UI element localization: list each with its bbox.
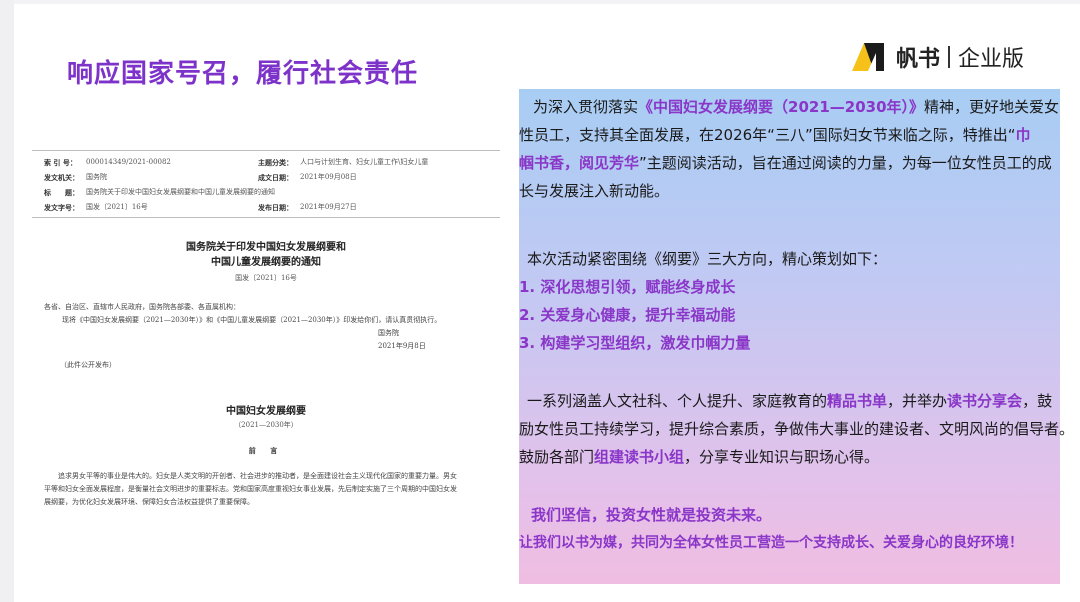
closing-section: 我们坚信，投资女性就是投资未来。 让我们以书为媒，共同为全体女性员工营造一个支持… <box>519 501 1060 557</box>
meta-value: 2021年09月08日 <box>300 173 357 181</box>
document-title-line: 中国儿童发展纲要的通知 <box>211 257 321 268</box>
direction-item: 1. 深化思想引领，赋能终身成长 <box>519 278 736 296</box>
logo-brand: 帆书 <box>896 47 941 72</box>
meta-key: 标 题： <box>44 188 79 197</box>
text-line: 帼书香，阅见芳华”主题阅读活动，旨在通过阅读的力量，为每一位女性员工的成 <box>519 154 1052 172</box>
text-line: 为深入贯彻落实《中国妇女发展纲要（2021—2030年）》精神，更好地关爱女 <box>533 98 1060 116</box>
paragraph-line: 平等和妇女全面发展程度，是衡量社会文明进步的重要标志。党和国家高度重视妇女事业发… <box>44 485 457 493</box>
document-title-line: 国务院关于印发中国妇女发展纲要和 <box>186 242 346 253</box>
direction-item: 3. 构建学习型组织，激发巾帼力量 <box>519 334 751 352</box>
meta-key: 主题分类： <box>258 158 293 167</box>
policy-document-image: 索 引 号： 000014349/2021-00082 主题分类： 人口与计划生育、… <box>32 150 500 530</box>
section-subtitle: （2021—2030年） <box>234 421 298 429</box>
activity-description-panel: 为深入贯彻落实《中国妇女发展纲要（2021—2030年）》精神，更好地关爱女 性… <box>519 89 1075 584</box>
preface-paragraph: 追求男女平等的事业是伟大的。妇女是人类文明的开创者、社会进步的推动者，是全面建设… <box>32 470 500 509</box>
meta-row: 发文机关： 国务院 成文日期： 2021年09月08日 <box>32 170 500 185</box>
logo-edition: 企业版 <box>958 47 1025 72</box>
section-title: 中国妇女发展纲要 <box>226 406 306 417</box>
meta-key: 发文字号： <box>44 203 79 212</box>
document-meta-table: 索 引 号： 000014349/2021-00082 主题分类： 人口与计划生育、… <box>32 150 500 218</box>
logo: 帆书 企业版 <box>850 40 1024 74</box>
page-title: 响应国家号召，履行社会责任 <box>67 59 419 89</box>
meta-value: 人口与计划生育、妇女儿童工作\妇女儿童 <box>300 158 429 166</box>
document-number: 国发〔2021〕16号 <box>235 274 297 282</box>
public-note: （此件公开发布） <box>60 361 116 369</box>
meta-value: 国务院关于印发中国妇女发展纲要和中国儿童发展纲要的通知 <box>86 188 275 196</box>
meta-row: 索 引 号： 000014349/2021-00082 主题分类： 人口与计划生育、… <box>32 155 500 170</box>
direction-item: 2. 关爱身心健康，提升幸福动能 <box>519 306 736 324</box>
text-line: 一系列涵盖人文社科、个人提升、家庭教育的精品书单，并举办读书分享会，鼓 <box>527 392 1053 410</box>
intro-paragraph: 为深入贯彻落实《中国妇女发展纲要（2021—2030年）》精神，更好地关爱女 性… <box>519 93 1060 205</box>
directions-section: 本次活动紧密围绕《纲要》三大方向，精心策划如下： 1. 深化思想引领，赋能终身成… <box>519 245 1060 357</box>
text-line: 性员工，支持其全面发展，在2026年“三八”国际妇女节来临之际，特推出“巾 <box>519 126 1031 144</box>
meta-key: 发文机关： <box>44 173 79 182</box>
activities-paragraph: 一系列涵盖人文社科、个人提升、家庭教育的精品书单，并举办读书分享会，鼓 励女性员… <box>519 387 1075 471</box>
text-line: 励女性员工持续学习，提升综合素质，争做伟大事业的建设者、文明风尚的倡导者。 <box>519 420 1075 438</box>
text-line: 长与发展注入新动能。 <box>519 182 670 200</box>
directions-intro: 本次活动紧密围绕《纲要》三大方向，精心策划如下： <box>527 250 888 268</box>
preface-heading: 前 言 <box>248 446 284 455</box>
left-edge <box>0 0 14 602</box>
document-body: 现将《中国妇女发展纲要（2021—2030年）》和《中国儿童发展纲要（2021—… <box>62 316 442 324</box>
document-date: 2021年9月8日 <box>378 342 426 350</box>
paragraph-line: 追求男女平等的事业是伟大的。妇女是人类文明的开创者、社会进步的推动者，是全面建设… <box>58 472 457 480</box>
meta-key: 索 引 号： <box>44 158 77 167</box>
meta-value: 000014349/2021-00082 <box>86 158 171 166</box>
meta-key: 成文日期： <box>258 173 293 182</box>
document-address: 各省、自治区、直辖市人民政府，国务院各部委、各直属机构： <box>44 303 240 311</box>
meta-value: 2021年09月27日 <box>300 203 357 211</box>
paragraph-line: 展纲要，为优化妇女发展环境、保障妇女合法权益提供了重要保障。 <box>44 498 254 506</box>
meta-row: 发文字号： 国发〔2021〕16号 发布日期： 2021年09月27日 <box>32 200 500 215</box>
text-line: 鼓励各部门组建读书小组，分享专业知识与职场心得。 <box>519 448 880 466</box>
document-signer: 国务院 <box>378 329 399 337</box>
top-edge <box>0 0 1080 4</box>
meta-value: 国务院 <box>86 173 107 181</box>
document-title: 国务院关于印发中国妇女发展纲要和 中国儿童发展纲要的通知 <box>32 240 500 270</box>
logo-divider <box>948 46 951 68</box>
closing-line: 让我们以书为媒，共同为全体女性员工营造一个支持成长、关爱身心的良好环境！ <box>519 535 1023 551</box>
meta-value: 国发〔2021〕16号 <box>86 203 148 211</box>
fanshu-logo-icon <box>852 43 884 71</box>
meta-key: 发布日期： <box>258 203 293 212</box>
closing-line: 我们坚信，投资女性就是投资未来。 <box>531 506 772 524</box>
meta-row: 标 题： 国务院关于印发中国妇女发展纲要和中国儿童发展纲要的通知 <box>32 185 500 200</box>
